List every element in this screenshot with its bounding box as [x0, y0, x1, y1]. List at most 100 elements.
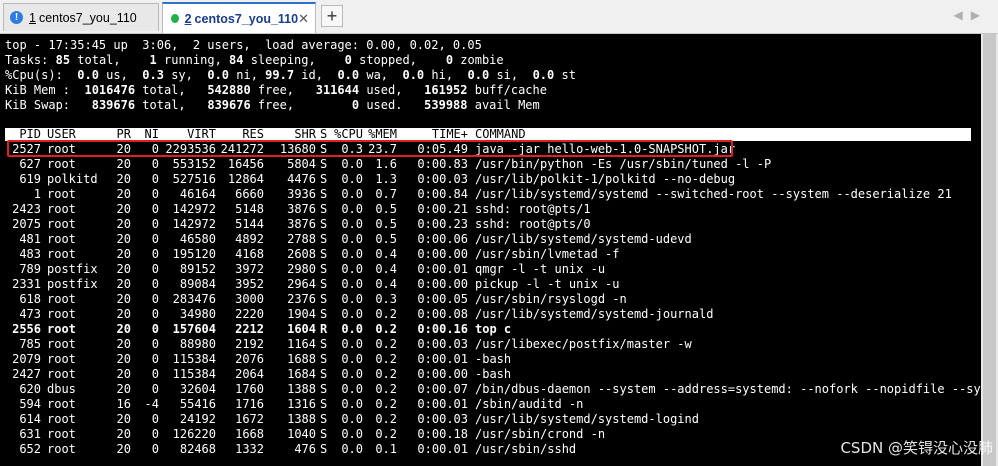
- cell-virt: 46164: [179, 187, 216, 201]
- cell-s: S: [320, 352, 328, 366]
- swap-line: KiB Swap: 839676 total, 839676 free, 0 u…: [5, 98, 540, 112]
- cell-shr: 2964: [287, 277, 316, 291]
- uptime-line: top - 17:35:45 up 3:06, 2 users, load av…: [5, 38, 482, 52]
- cell-mem: 0.2: [375, 427, 397, 441]
- cell-cmd: -bash: [475, 367, 512, 381]
- cell-ni: 0: [151, 412, 159, 426]
- cell-shr: 1388: [287, 412, 316, 426]
- cell-user: root: [47, 322, 76, 336]
- session-tab-1[interactable]: ! 1 centos7_you_110: [3, 3, 159, 31]
- cell-time: 0:00.00: [417, 247, 468, 261]
- chevron-right-icon[interactable]: ▶: [971, 8, 988, 22]
- tab-scroll-arrows[interactable]: ◀▶: [954, 8, 988, 22]
- cell-pid: 481: [19, 232, 41, 246]
- table-row: 2075 root 20 0 142972 5144 3876 S 0.0 0.5 0:00.23 s…: [0, 217, 980, 232]
- table-row: 620 dbus 20 0 32604 1760 1388 S 0.0 0.2 0:00.07/bi…: [0, 382, 988, 397]
- cell-cpu: 0.0: [341, 247, 363, 261]
- cell-cpu: 0.0: [341, 172, 363, 186]
- cell-s: S: [320, 157, 328, 171]
- cell-ni: 0: [151, 352, 159, 366]
- cell-user: root: [47, 337, 76, 351]
- cell-ni: 0: [151, 367, 159, 381]
- cell-virt: 157604: [172, 322, 216, 336]
- cell-mem: 0.5: [375, 217, 397, 231]
- table-row: 483 root 20 0 195120 4168 2608 S 0.0 0.4 0:00.00/u…: [0, 247, 980, 262]
- close-icon[interactable]: ✕: [298, 11, 309, 27]
- cell-cmd: -bash: [475, 352, 512, 366]
- cell-virt: 115384: [172, 352, 216, 366]
- cell-cmd: /usr/lib/systemd/systemd --switched-root…: [475, 187, 952, 201]
- cell-virt: 82468: [179, 442, 216, 456]
- cpu-line: %Cpu(s): 0.0 us, 0.3 sy, 0.0 ni, 99.7 id…: [5, 68, 576, 82]
- cell-cmd: top c: [475, 322, 512, 336]
- cell-s: S: [320, 367, 328, 381]
- cell-ni: 0: [151, 277, 159, 291]
- cell-cmd: /usr/sbin/lvmetad -f: [475, 247, 620, 261]
- cell-cpu: 0.0: [341, 412, 363, 426]
- cell-s: S: [320, 382, 328, 396]
- cell-mem: 0.4: [375, 277, 397, 291]
- cell-pid: 1: [33, 187, 41, 201]
- cell-virt: 32604: [179, 382, 216, 396]
- cell-virt: 115384: [172, 367, 216, 381]
- cell-user: root: [47, 397, 76, 411]
- cell-s: S: [320, 232, 328, 246]
- cell-mem: 0.2: [375, 307, 397, 321]
- cell-shr: 1164: [287, 337, 316, 351]
- cell-time: 0:00.23: [417, 217, 468, 231]
- chevron-left-icon[interactable]: ◀: [954, 8, 971, 22]
- cell-user: root: [47, 442, 76, 456]
- cell-mem: 0.7: [375, 187, 397, 201]
- cell-shr: 2608: [287, 247, 316, 261]
- cell-mem: 1.3: [375, 172, 397, 186]
- cell-user: root: [47, 232, 76, 246]
- cell-shr: 2376: [287, 292, 316, 306]
- cell-cmd: /usr/lib/systemd/systemd-logind: [475, 412, 699, 426]
- cell-time: 0:00.03: [417, 337, 468, 351]
- cell-shr: 1316: [287, 397, 316, 411]
- cell-pid: 2075: [12, 217, 41, 231]
- terminal-pane[interactable]: top - 17:35:45 up 3:06, 2 users, load av…: [0, 34, 998, 466]
- cell-cmd: /usr/lib/systemd/systemd-journald: [475, 307, 714, 321]
- cell-pr: 20: [116, 427, 131, 441]
- table-row: 789 postfix 20 0 89152 3972 2980 S 0.0 0.4 0:00.01…: [0, 262, 980, 277]
- cell-ni: 0: [151, 202, 159, 216]
- cell-res: 16456: [227, 157, 264, 171]
- cell-user: polkitd: [47, 172, 98, 186]
- cell-virt: 55416: [179, 397, 216, 411]
- tab-number: 1: [29, 10, 36, 25]
- cell-pid: 627: [19, 157, 41, 171]
- cell-virt: 553152: [172, 157, 216, 171]
- cell-mem: 0.5: [375, 232, 397, 246]
- cell-pid: 473: [19, 307, 41, 321]
- new-tab-button[interactable]: +: [321, 5, 343, 27]
- cell-virt: 89152: [179, 262, 216, 276]
- cell-ni: 0: [151, 442, 159, 456]
- session-tab-2[interactable]: 2 centos7_you_110 ✕: [162, 2, 316, 33]
- cell-pid: 2423: [12, 202, 41, 216]
- cell-pr: 20: [116, 382, 131, 396]
- cell-mem: 0.2: [375, 367, 397, 381]
- cell-shr: 5804: [287, 157, 316, 171]
- cell-user: root: [47, 247, 76, 261]
- cell-time: 0:00.03: [417, 412, 468, 426]
- cell-cmd: sshd: root@pts/1: [475, 202, 591, 216]
- cell-pr: 20: [116, 157, 131, 171]
- cell-s: S: [320, 202, 328, 216]
- table-row: 594 root 16 -4 55416 1716 1316 S 0.0 0.2 0:00.01/s…: [0, 397, 980, 412]
- vertical-scrollbar[interactable]: [981, 34, 998, 466]
- cell-virt: 142972: [172, 202, 216, 216]
- cell-virt: 195120: [172, 247, 216, 261]
- cell-cmd: /usr/bin/python -Es /usr/sbin/tuned -l -…: [475, 157, 772, 171]
- cell-res: 1668: [235, 427, 264, 441]
- cell-shr: 1688: [287, 352, 316, 366]
- cell-mem: 0.2: [375, 337, 397, 351]
- scrollbar-thumb[interactable]: [983, 34, 996, 466]
- cell-user: root: [47, 412, 76, 426]
- cell-res: 4168: [235, 247, 264, 261]
- cell-cmd: /usr/sbin/sshd: [475, 442, 577, 456]
- table-row: 619 polkitd 20 0 527516 12864 4476 S 0.0 1.3 0:00.…: [0, 172, 980, 187]
- cell-res: 2076: [235, 352, 264, 366]
- cell-time: 0:00.00: [417, 367, 468, 381]
- cell-time: 0:00.01: [417, 442, 468, 456]
